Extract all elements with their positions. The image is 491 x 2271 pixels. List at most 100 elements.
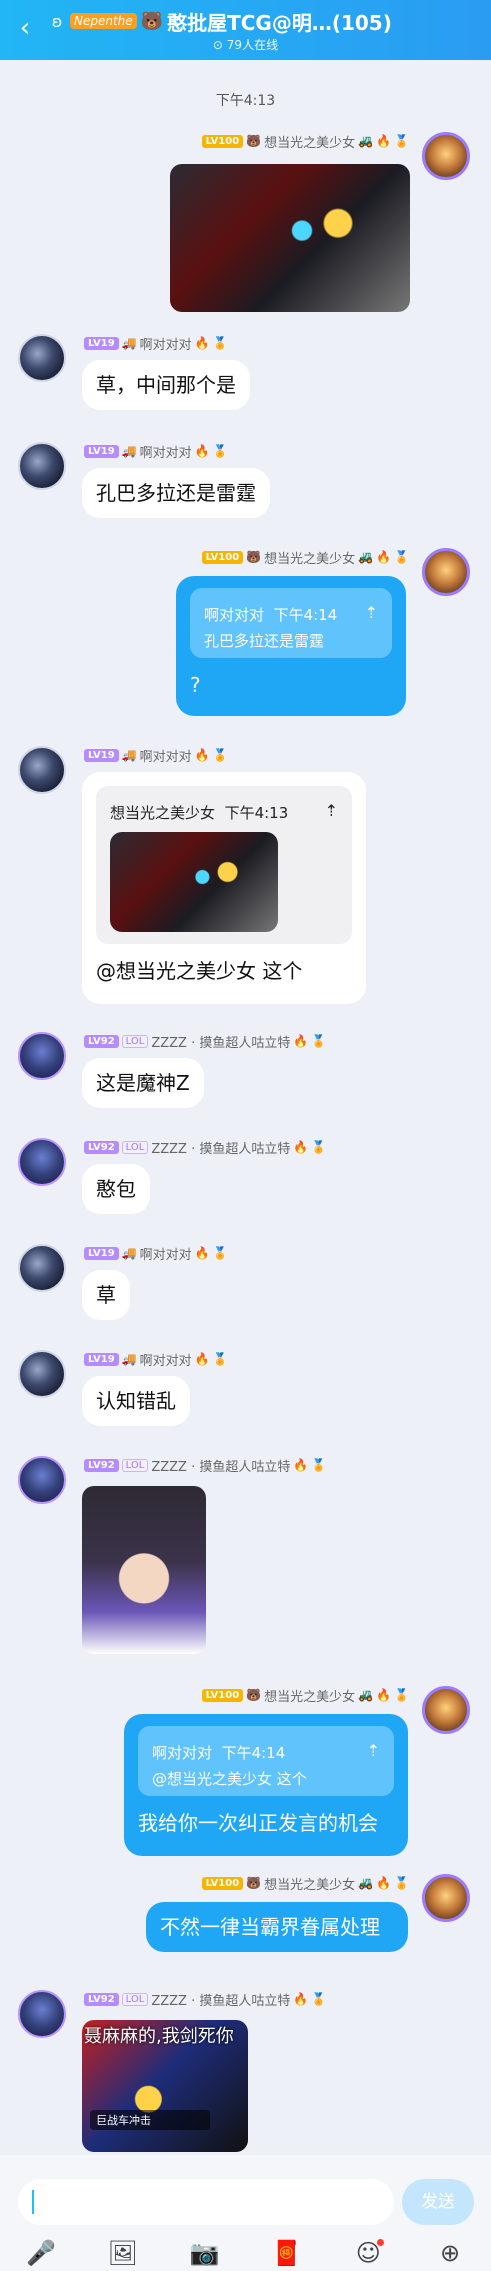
quote-header: 想当光之美少女 下午4:13 — [110, 804, 289, 822]
quote-card[interactable]: 想当光之美少女 下午4:13 ⇡ — [96, 786, 352, 944]
sender-meta: LV92 LOL ZZZZ · 摸鱼超人咕立特 🔥 🏅 — [84, 1456, 327, 1475]
vehicle-icon: 🚚 — [121, 748, 137, 762]
reply-bubble[interactable]: 啊对对对 下午4:14 ⇡ 孔巴多拉还是雷霆 ? — [176, 576, 406, 716]
sender-name: 啊对对对 — [139, 337, 192, 353]
sender-name: 想当光之美少女 — [264, 1689, 356, 1705]
quoted-image[interactable] — [110, 832, 278, 932]
avatar[interactable] — [18, 442, 66, 490]
brand-badge: Nepenthe — [70, 13, 137, 29]
online-icon: ⊙ — [212, 38, 227, 52]
avatar[interactable] — [18, 1244, 66, 1292]
bear-icon: 🐻 — [246, 134, 262, 148]
vehicle-icon: 🚜 — [358, 134, 374, 148]
message-input[interactable] — [18, 2179, 394, 2225]
group-title: 憨批屋TCG@明…(105) — [167, 10, 392, 35]
emoji-icon[interactable]: ☺ — [348, 2239, 388, 2267]
fire-icon: 🔥 — [194, 1246, 210, 1260]
send-button[interactable]: 发送 — [402, 2179, 474, 2225]
text-bubble[interactable]: 不然一律当霸界眷属处理 — [146, 1902, 408, 1952]
jump-to-icon[interactable]: ⇡ — [365, 600, 378, 626]
vehicle-icon: 🚚 — [121, 336, 137, 350]
level-badge: LV92 — [84, 1458, 119, 1472]
fire-icon: 🔥 — [293, 1458, 309, 1472]
level-badge: LV19 — [84, 1352, 119, 1366]
online-count: ⊙ 79人在线 — [212, 38, 279, 52]
bear-icon: 🐻 — [246, 1876, 262, 1890]
avatar[interactable] — [18, 1990, 66, 2038]
reply-text: @想当光之美少女 这个 — [96, 959, 303, 983]
sender-name: 啊对对对 — [139, 445, 192, 461]
medal-icon: 🏅 — [394, 134, 409, 148]
text-bubble[interactable]: 草，中间那个是 — [82, 360, 250, 410]
user-tag: LOL — [121, 1034, 149, 1048]
text-bubble[interactable]: 草 — [82, 1270, 130, 1320]
sender-meta: LV92 LOL ZZZZ · 摸鱼超人咕立特 🔥 🏅 — [84, 1032, 327, 1051]
fire-icon: 🔥 — [293, 1992, 309, 2006]
message-list[interactable]: 下午4:13 LV100 🐻 想当光之美少女 🚜 🔥 🏅 LV19 🚚 啊对对对… — [0, 60, 491, 2170]
sender-name: ZZZZ · 摸鱼超人咕立特 — [151, 1035, 291, 1051]
input-toolbar: 🎤 🖼 📷 🧧 ☺ ⊕ — [0, 2235, 491, 2271]
avatar[interactable] — [18, 746, 66, 794]
gif-card-label: 巨战车冲击 — [90, 2110, 210, 2130]
text-bubble[interactable]: 认知错乱 — [82, 1376, 190, 1426]
fire-icon: 🔥 — [194, 444, 210, 458]
avatar[interactable] — [422, 132, 470, 180]
red-packet-icon[interactable]: 🧧 — [266, 2239, 306, 2267]
vehicle-icon: 🚜 — [358, 550, 374, 564]
quote-header: 啊对对对 下午4:14 — [152, 1744, 286, 1762]
medal-icon: 🏅 — [311, 1458, 327, 1472]
level-badge: LV19 — [84, 748, 119, 762]
vehicle-icon: 🚜 — [358, 1688, 374, 1702]
title-row[interactable]: ʚ Nepenthe 🐻 憨批屋TCG@明…(105) — [48, 8, 392, 35]
quote-text: 孔巴多拉还是雷霆 — [204, 632, 325, 650]
avatar[interactable] — [18, 1138, 66, 1186]
avatar[interactable] — [18, 1032, 66, 1080]
text-bubble[interactable]: 孔巴多拉还是雷霆 — [82, 468, 270, 518]
text-bubble[interactable]: 这是魔神Z — [82, 1058, 204, 1108]
image-message[interactable] — [170, 164, 410, 312]
sender-meta: LV100 🐻 想当光之美少女 🚜 🔥 🏅 — [201, 1686, 409, 1705]
medal-icon: 🏅 — [394, 550, 409, 564]
input-bar: 发送 🎤 🖼 📷 🧧 ☺ ⊕ — [0, 2155, 491, 2271]
level-badge: LV19 — [84, 1246, 119, 1260]
sender-meta: LV92 LOL ZZZZ · 摸鱼超人咕立特 🔥 🏅 — [84, 1990, 326, 2009]
avatar[interactable] — [422, 1686, 470, 1734]
level-badge: LV19 — [84, 336, 119, 350]
sender-name: ZZZZ · 摸鱼超人咕立特 — [151, 1459, 291, 1475]
image-message[interactable] — [82, 1486, 206, 1654]
plus-icon[interactable]: ⊕ — [430, 2239, 470, 2267]
sender-name: 啊对对对 — [139, 1247, 192, 1263]
vehicle-icon: 🚜 — [358, 1876, 374, 1890]
jump-to-icon[interactable]: ⇡ — [325, 798, 338, 824]
quote-card[interactable]: 啊对对对 下午4:14 ⇡ @想当光之美少女 这个 — [138, 1726, 394, 1796]
microphone-icon[interactable]: 🎤 — [21, 2239, 61, 2267]
level-badge: LV92 — [84, 1140, 119, 1154]
sender-name: 想当光之美少女 — [264, 551, 356, 567]
level-badge: LV19 — [84, 444, 119, 458]
fire-icon: 🔥 — [293, 1034, 309, 1048]
avatar[interactable] — [18, 334, 66, 382]
sender-meta: LV19 🚚 啊对对对 🔥 🏅 — [84, 442, 228, 461]
ear-icon: ʚ — [51, 11, 63, 31]
avatar[interactable] — [18, 1456, 66, 1504]
fire-icon: 🔥 — [194, 748, 210, 762]
level-badge: LV100 — [201, 1688, 244, 1702]
image-icon[interactable]: 🖼 — [103, 2239, 143, 2267]
medal-icon: 🏅 — [311, 1034, 327, 1048]
sender-meta: LV100 🐻 想当光之美少女 🚜 🔥 🏅 — [201, 1874, 409, 1893]
camera-icon[interactable]: 📷 — [185, 2239, 225, 2267]
sender-name: ZZZZ · 摸鱼超人咕立特 — [151, 1993, 291, 2009]
jump-to-icon[interactable]: ⇡ — [367, 1738, 380, 1764]
quote-card[interactable]: 啊对对对 下午4:14 ⇡ 孔巴多拉还是雷霆 — [190, 588, 392, 658]
sender-meta: LV19 🚚 啊对对对 🔥 🏅 — [84, 1244, 228, 1263]
avatar[interactable] — [18, 1350, 66, 1398]
avatar[interactable] — [422, 1874, 470, 1922]
text-bubble[interactable]: 憨包 — [82, 1164, 150, 1214]
reply-text: ? — [190, 673, 201, 697]
reply-bubble[interactable]: 啊对对对 下午4:14 ⇡ @想当光之美少女 这个 我给你一次纠正发言的机会 — [124, 1714, 408, 1856]
avatar[interactable] — [422, 548, 470, 596]
level-badge: LV100 — [201, 550, 244, 564]
medal-icon: 🏅 — [394, 1688, 409, 1702]
reply-bubble[interactable]: 想当光之美少女 下午4:13 ⇡ @想当光之美少女 这个 — [82, 772, 366, 1004]
gif-caption: 聂麻麻的,我剑死你 — [84, 2026, 234, 2047]
